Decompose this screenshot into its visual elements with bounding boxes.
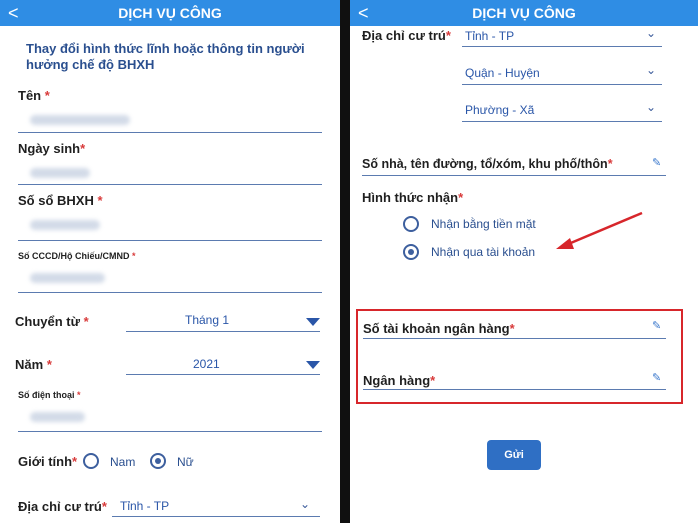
form-title-line2: hưởng chế độ BHXH — [26, 57, 155, 72]
form-title-line1: Thay đổi hình thức lĩnh hoặc thông tin n… — [26, 41, 305, 56]
field-ngan-hang-underline[interactable] — [363, 389, 666, 390]
chevron-down-icon[interactable]: ⌄ — [646, 63, 656, 77]
field-bhxh-underline[interactable] — [18, 240, 322, 241]
chevron-down-icon[interactable]: ⌄ — [300, 497, 310, 511]
label-ngay-sinh: Ngày sinh* — [18, 141, 86, 156]
label-dia-chi: Địa chỉ cư trú* — [362, 28, 451, 43]
pencil-icon[interactable]: ✎ — [652, 371, 661, 384]
label-so-nha: Số nhà, tên đường, tổ/xóm, khu phố/thôn* — [362, 157, 613, 171]
field-so-nha-underline[interactable] — [362, 175, 666, 176]
field-phone-underline[interactable] — [18, 431, 322, 432]
label-ten: Tên * — [18, 88, 50, 103]
label-cccd: Số CCCD/Hộ Chiếu/CMND * — [18, 251, 136, 261]
chevron-down-icon[interactable]: ⌄ — [646, 26, 656, 40]
app-header: < DỊCH VỤ CÔNG — [0, 0, 340, 26]
radio-tai-khoan[interactable] — [403, 244, 419, 260]
select-thang-underline — [126, 331, 320, 332]
label-chuyen-tu: Chuyển từ * — [15, 314, 89, 329]
label-dia-chi: Địa chỉ cư trú* — [18, 499, 107, 514]
blurred-value-bhxh — [30, 220, 100, 230]
dropdown-triangle-icon[interactable] — [306, 361, 320, 369]
radio-tien-mat[interactable] — [403, 216, 419, 232]
select-quan-value[interactable]: Quận - Huyện — [465, 66, 540, 80]
select-phuong-value[interactable]: Phường - Xã — [465, 103, 534, 117]
label-ngan-hang: Ngân hàng* — [363, 373, 436, 388]
label-gioi-tinh: Giới tính* — [18, 454, 78, 469]
radio-nu-label[interactable]: Nữ — [177, 455, 194, 469]
header-title: DỊCH VỤ CÔNG — [118, 5, 222, 21]
header-title: DỊCH VỤ CÔNG — [472, 5, 576, 21]
pencil-icon[interactable]: ✎ — [652, 319, 661, 332]
label-nam: Năm * — [15, 357, 52, 372]
red-arrow-annotation — [556, 211, 643, 249]
label-so-dien-thoai: Số điện thoại * — [18, 390, 81, 400]
select-quan-underline — [462, 84, 662, 85]
dropdown-triangle-icon[interactable] — [306, 318, 320, 326]
label-so-so-bhxh: Số sổ BHXH * — [18, 193, 103, 208]
radio-tien-mat-label[interactable]: Nhận bằng tiền mặt — [431, 217, 536, 231]
select-phuong-underline — [462, 121, 662, 122]
blurred-value-ngay-sinh — [30, 168, 90, 178]
back-chevron-icon[interactable]: < — [8, 0, 19, 26]
select-tinh-underline — [112, 516, 320, 517]
select-tinh-underline — [462, 46, 662, 47]
chevron-down-icon[interactable]: ⌄ — [646, 100, 656, 114]
field-ngay-sinh-underline[interactable] — [18, 184, 322, 185]
label-hinh-thuc-nhan: Hình thức nhận* — [362, 190, 464, 205]
select-tinh-value[interactable]: Tỉnh - TP — [120, 499, 169, 513]
field-so-tai-khoan-underline[interactable] — [363, 338, 666, 339]
blurred-value-phone — [30, 412, 85, 422]
select-thang-value[interactable]: Tháng 1 — [185, 313, 229, 327]
back-chevron-icon[interactable]: < — [358, 0, 369, 26]
left-screen: < DỊCH VỤ CÔNG Thay đổi hình thức lĩnh h… — [0, 0, 340, 523]
radio-nu[interactable] — [150, 453, 166, 469]
field-ten-underline[interactable] — [18, 132, 322, 133]
field-cccd-underline[interactable] — [18, 292, 322, 293]
select-nam-underline — [126, 374, 320, 375]
radio-nam-label[interactable]: Nam — [110, 455, 135, 469]
select-nam-value[interactable]: 2021 — [193, 357, 220, 371]
radio-tai-khoan-label[interactable]: Nhận qua tài khoản — [431, 245, 535, 259]
right-screen: < DỊCH VỤ CÔNG Địa chỉ cư trú* Tỉnh - TP… — [350, 0, 698, 523]
form-title: Thay đổi hình thức lĩnh hoặc thông tin n… — [26, 41, 326, 73]
radio-nam[interactable] — [83, 453, 99, 469]
select-tinh-value[interactable]: Tỉnh - TP — [465, 29, 514, 43]
submit-button[interactable]: Gửi — [487, 440, 541, 470]
app-header: < DỊCH VỤ CÔNG — [350, 0, 698, 26]
blurred-value-ten — [30, 115, 130, 125]
blurred-value-cccd — [30, 273, 105, 283]
label-so-tai-khoan: Số tài khoản ngân hàng* — [363, 321, 515, 336]
pencil-icon[interactable]: ✎ — [652, 156, 661, 169]
